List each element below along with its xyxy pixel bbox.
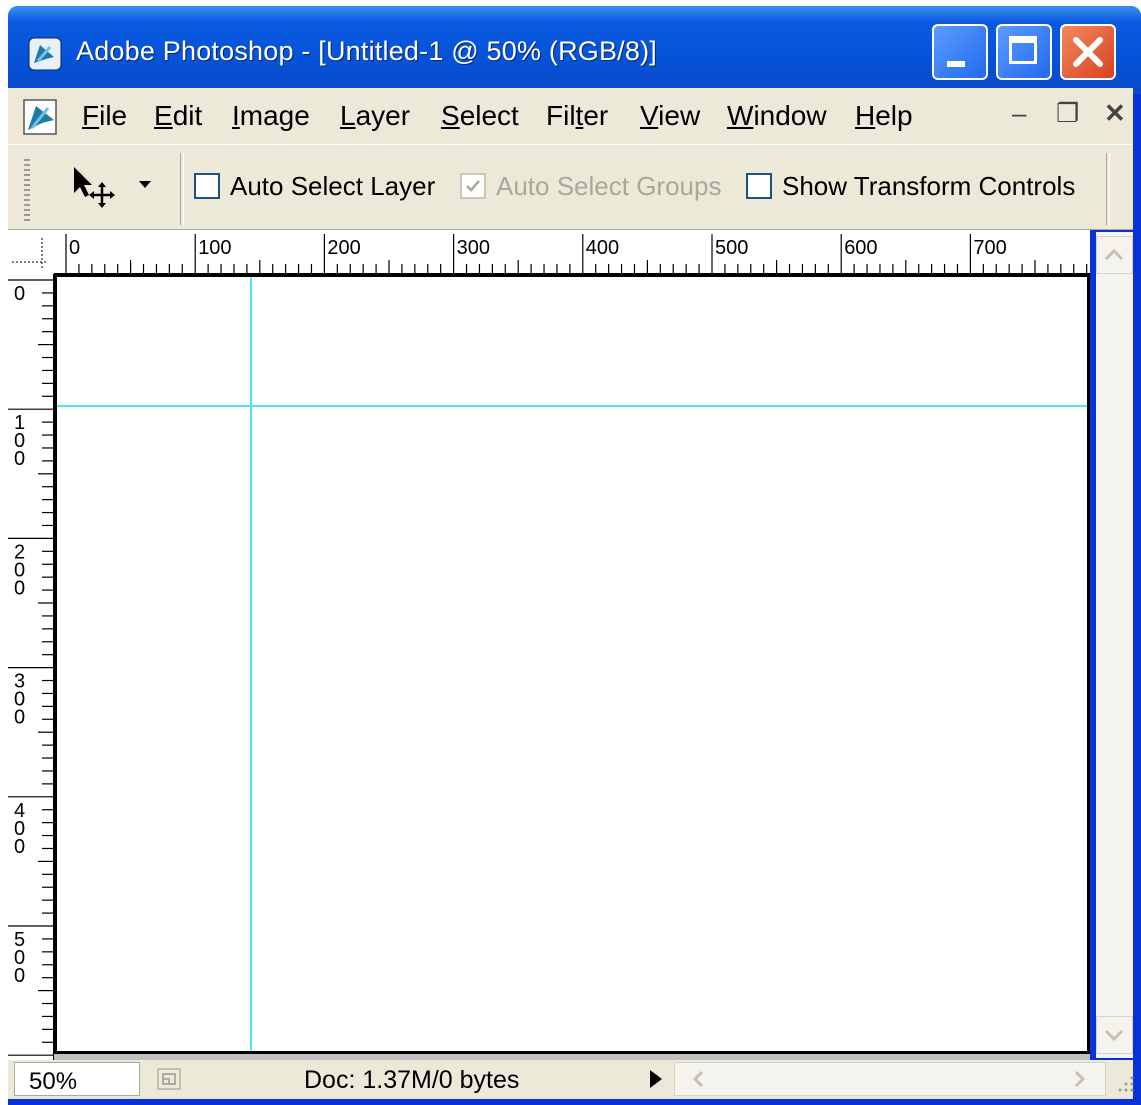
ruler-label: 0 (14, 836, 25, 858)
menu-label-post: er (583, 100, 609, 131)
horizontal-ruler-ticks: 0 100 200 300 400 500 600 700 (65, 234, 1088, 274)
maximize-button[interactable] (996, 24, 1052, 80)
ruler-label: 100 (198, 237, 231, 259)
play-arrow-icon[interactable] (648, 1068, 664, 1090)
doc-close-icon[interactable]: ✕ (1104, 98, 1126, 129)
ruler-label: 0 (14, 283, 25, 305)
toolbar-grip[interactable] (24, 159, 30, 221)
chevron-left-icon[interactable] (687, 1067, 711, 1091)
show-transform-controls-label: Show Transform Controls (782, 171, 1076, 201)
ruler-label: 0 (14, 707, 25, 729)
menu-help[interactable]: Help (855, 100, 913, 132)
auto-select-layer-label: Auto Select Layer (230, 171, 436, 201)
horizontal-guide[interactable] (57, 405, 1087, 407)
move-tool-icon[interactable] (66, 163, 122, 209)
menu-mnemonic: H (855, 100, 876, 131)
document-canvas[interactable] (54, 274, 1090, 1054)
vertical-scrollbar[interactable] (1096, 232, 1133, 1058)
ruler-label: 400 (586, 237, 619, 259)
window-title: Adobe Photoshop - [Untitled-1 @ 50% (RGB… (76, 36, 657, 66)
menu-view[interactable]: View (640, 100, 700, 132)
document-icon[interactable] (20, 96, 62, 138)
auto-select-layer-checkbox[interactable] (194, 173, 220, 199)
separator (1106, 153, 1110, 225)
zoom-field[interactable]: 50% (14, 1062, 140, 1096)
menu-label-post: dit (172, 100, 203, 131)
auto-select-groups-label: Auto Select Groups (496, 171, 722, 201)
status-bar: 50% Doc: 1.37M/0 bytes (8, 1060, 1136, 1099)
close-button[interactable] (1060, 24, 1116, 80)
close-icon (1073, 37, 1103, 67)
menu-mnemonic: F (82, 100, 100, 131)
horizontal-scrollbar[interactable] (674, 1062, 1106, 1096)
vertical-ruler-ticks: 0100200300400500 (8, 279, 54, 1056)
chevron-up-icon (1104, 248, 1124, 261)
menu-edit[interactable]: Edit (154, 100, 202, 132)
menu-select[interactable]: Select (441, 100, 519, 132)
document-info[interactable]: Doc: 1.37M/0 bytes (304, 1066, 519, 1095)
auto-select-groups-checkbox[interactable] (460, 173, 486, 199)
menu-mnemonic: V (640, 100, 659, 131)
ruler-label: 300 (457, 237, 490, 259)
menu-label-post: ile (99, 100, 128, 131)
scroll-down-button[interactable] (1096, 1016, 1133, 1054)
scroll-up-button[interactable] (1096, 236, 1133, 274)
menu-layer[interactable]: Layer (340, 100, 410, 132)
photoshop-app-icon (28, 37, 62, 71)
menu-mnemonic: S (441, 100, 460, 131)
resize-grip-icon[interactable] (1112, 1070, 1136, 1094)
doc-minimize-icon[interactable]: – (1012, 98, 1026, 129)
menu-label-post: elect (459, 100, 519, 131)
ruler-label: 600 (844, 237, 877, 259)
chevron-down-icon[interactable] (136, 175, 154, 193)
ruler-origin-icon (12, 238, 48, 270)
vertical-guide[interactable] (250, 277, 252, 1051)
canvas-area (54, 274, 1090, 1060)
menu-label-post: elp (875, 100, 913, 131)
menu-mnemonic: L (340, 100, 356, 131)
checkmark-icon (466, 180, 480, 192)
menu-mnemonic: I (232, 100, 240, 131)
menu-label-post: indow (753, 100, 827, 131)
menu-label-pre: Fil (546, 100, 576, 131)
horizontal-ruler[interactable]: 0 100 200 300 400 500 600 700 (8, 230, 1090, 274)
menu-window[interactable]: Window (727, 100, 827, 132)
chevron-down-icon (1104, 1029, 1124, 1042)
chevron-right-icon[interactable] (1067, 1067, 1091, 1091)
ruler-label: 200 (327, 237, 360, 259)
ruler-label: 0 (14, 577, 25, 599)
menu-file[interactable]: File (82, 100, 127, 132)
ruler-label: 700 (973, 237, 1006, 259)
ruler-origin[interactable] (8, 230, 54, 274)
menu-bar: File Edit Image Layer Select Filter View Window… (8, 88, 1133, 144)
show-transform-controls-checkbox[interactable] (746, 173, 772, 199)
status-options-icon[interactable] (154, 1064, 184, 1094)
doc-restore-icon[interactable]: ❐ (1056, 98, 1079, 129)
separator (180, 153, 184, 225)
menu-label-post: mage (239, 100, 310, 131)
ruler-label: 0 (14, 965, 25, 987)
vertical-ruler[interactable]: 0100200300400500 (8, 274, 54, 1064)
options-bar: Auto Select Layer Auto Select Groups Sho… (8, 144, 1133, 230)
menu-mnemonic: W (727, 100, 754, 131)
ruler-label: 500 (715, 237, 748, 259)
menu-mnemonic: E (154, 100, 173, 131)
title-bar[interactable]: Adobe Photoshop - [Untitled-1 @ 50% (RGB… (8, 6, 1141, 94)
menu-image[interactable]: Image (232, 100, 310, 132)
ruler-label: 0 (14, 448, 25, 470)
menu-label-post: ayer (355, 100, 411, 131)
menu-label-post: iew (658, 100, 701, 131)
minimize-button[interactable] (932, 24, 988, 80)
ruler-label: 0 (69, 237, 80, 259)
menu-filter[interactable]: Filter (546, 100, 608, 132)
